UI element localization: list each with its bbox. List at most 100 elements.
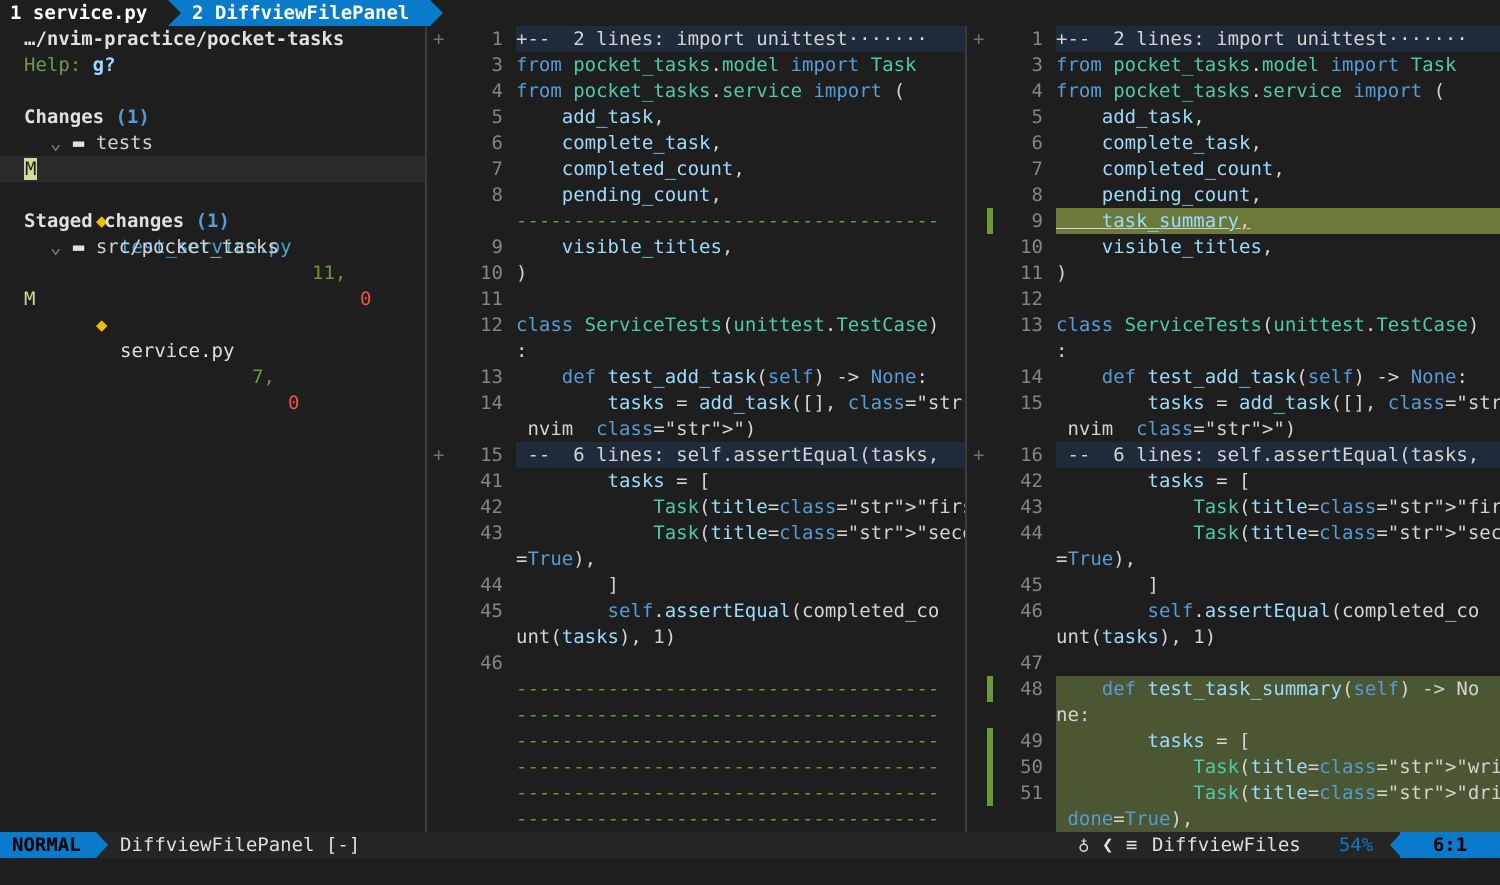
code-line[interactable]: 47 bbox=[967, 650, 1500, 676]
code-line[interactable]: 15 tasks = add_task([], class="str">" le… bbox=[967, 390, 1500, 416]
code-line[interactable]: 43 Task(title=class="str">"first"), bbox=[967, 494, 1500, 520]
fold-icon: + bbox=[433, 28, 445, 50]
code-line[interactable]: ------------------------------------- bbox=[427, 702, 965, 728]
code-text: ) bbox=[1056, 262, 1068, 284]
file-entry-test-service[interactable]: M ◆ test_service.py 11, 0 bbox=[0, 156, 425, 310]
code-line[interactable]: 6 complete_task, bbox=[427, 130, 965, 156]
code-line[interactable]: 7 completed_count, bbox=[967, 156, 1500, 182]
code-text: visible_titles, bbox=[561, 236, 734, 258]
code-line[interactable]: 46 bbox=[427, 650, 965, 676]
code-line[interactable]: 4 from pocket_tasks.service import ( bbox=[427, 78, 965, 104]
code-line[interactable]: 51 Task(title=class="str">"drink water", bbox=[967, 780, 1500, 806]
line-number: 12 bbox=[480, 314, 503, 336]
code-line[interactable]: ------------------------------------- bbox=[427, 676, 965, 702]
code-line[interactable]: 11 bbox=[427, 286, 965, 312]
code-line[interactable]: 45 ] bbox=[967, 572, 1500, 598]
linux-icon: ♁ bbox=[1078, 834, 1090, 856]
staged-section[interactable]: Staged changes (1) bbox=[24, 208, 230, 234]
diff-filler: ------------------------------------- bbox=[516, 730, 940, 752]
code-line[interactable]: unt(tasks), 1) bbox=[427, 624, 965, 650]
code-line[interactable]: 13 def test_add_task(self) -> None: bbox=[427, 364, 965, 390]
code-text: ) bbox=[516, 262, 528, 284]
code-line[interactable]: 3 from pocket_tasks.model import Task bbox=[427, 52, 965, 78]
code-line[interactable]: 10 visible_titles, bbox=[967, 234, 1500, 260]
file-entry-service[interactable]: M ◆ service.py 7, 0 bbox=[0, 260, 425, 414]
code-text: Task(title=class="str">"first"), bbox=[1193, 496, 1500, 518]
code-line[interactable]: nvim class="str">") bbox=[427, 416, 965, 442]
folder-src[interactable]: ⌄ ▬ src/pocket_tasks bbox=[50, 234, 279, 260]
code-line[interactable]: ------------------------------------- bbox=[427, 780, 965, 806]
code-line[interactable]: +16 -- 6 lines: self.assertEqual(tasks, bbox=[967, 442, 1500, 468]
code-line[interactable]: ------------------------------------- bbox=[427, 208, 965, 234]
code-line[interactable]: : bbox=[967, 338, 1500, 364]
cursor-position: 6:1 bbox=[1400, 832, 1500, 858]
code-line[interactable]: +1 +-- 2 lines: import unittest······· bbox=[967, 26, 1500, 52]
python-icon: ◆ bbox=[96, 314, 108, 336]
code-line[interactable]: 44 ] bbox=[427, 572, 965, 598]
code-line[interactable]: done=True), bbox=[967, 806, 1500, 832]
code-line[interactable]: ------------------------------------- bbox=[427, 728, 965, 754]
code-line[interactable]: 4 from pocket_tasks.service import ( bbox=[967, 78, 1500, 104]
removed-count: 0 bbox=[360, 288, 372, 310]
code-line[interactable]: 49 tasks = [ bbox=[967, 728, 1500, 754]
code-line[interactable]: 8 pending_count, bbox=[427, 182, 965, 208]
diff-pane-right[interactable]: +1 +-- 2 lines: import unittest······· 3 fr… bbox=[967, 26, 1500, 832]
code-line[interactable]: 42 tasks = [ bbox=[967, 468, 1500, 494]
line-number: 4 bbox=[1031, 80, 1043, 102]
code-line[interactable]: 44 Task(title=class="str">"second", done bbox=[967, 520, 1500, 546]
code-line[interactable]: 14 tasks = add_task([], class="str">" le… bbox=[427, 390, 965, 416]
code-line[interactable]: 41 tasks = [ bbox=[427, 468, 965, 494]
code-line[interactable]: +1 +-- 2 lines: import unittest······· bbox=[427, 26, 965, 52]
code-line[interactable]: 11) bbox=[967, 260, 1500, 286]
code-line[interactable]: 12 class ServiceTests(unittest.TestCase) bbox=[427, 312, 965, 338]
list-icon: ≡ bbox=[1126, 834, 1138, 856]
code-line[interactable]: ------------------------------------- bbox=[427, 754, 965, 780]
code-line[interactable]: 45 self.assertEqual(completed_co bbox=[427, 598, 965, 624]
code-line[interactable]: 6 complete_task, bbox=[967, 130, 1500, 156]
code-line[interactable]: nvim class="str">") bbox=[967, 416, 1500, 442]
code-line[interactable]: ------------------------------------- bbox=[427, 806, 965, 832]
code-text: class ServiceTests(unittest.TestCase) bbox=[1056, 314, 1480, 336]
tab-diffview-file-panel[interactable]: 2 DiffviewFilePanel bbox=[168, 0, 430, 26]
diff-pane-left[interactable]: +1 +-- 2 lines: import unittest······· 3 fr… bbox=[427, 26, 965, 832]
line-number: 10 bbox=[480, 262, 503, 284]
mode-separator bbox=[96, 832, 108, 858]
changes-section[interactable]: Changes (1) bbox=[24, 104, 150, 130]
code-line[interactable]: =True), bbox=[967, 546, 1500, 572]
code-line[interactable]: 9 task_summary, bbox=[967, 208, 1500, 234]
code-line[interactable]: =True), bbox=[427, 546, 965, 572]
command-line[interactable] bbox=[0, 858, 1500, 885]
code-line[interactable]: 9 visible_titles, bbox=[427, 234, 965, 260]
code-line[interactable]: 7 completed_count, bbox=[427, 156, 965, 182]
line-number: 49 bbox=[1020, 730, 1043, 752]
code-line[interactable]: 43 Task(title=class="str">"second", done bbox=[427, 520, 965, 546]
line-number: 43 bbox=[1020, 496, 1043, 518]
mode-indicator: NORMAL bbox=[0, 832, 96, 858]
code-line[interactable]: 42 Task(title=class="str">"first"), bbox=[427, 494, 965, 520]
code-line[interactable]: 3 from pocket_tasks.model import Task bbox=[967, 52, 1500, 78]
code-line[interactable]: 14 def test_add_task(self) -> None: bbox=[967, 364, 1500, 390]
code-text: def test_add_task(self) -> None: bbox=[1101, 366, 1468, 388]
code-line[interactable]: 5 add_task, bbox=[427, 104, 965, 130]
code-line[interactable]: 10) bbox=[427, 260, 965, 286]
folder-tests[interactable]: ⌄ ▬ tests bbox=[50, 130, 153, 156]
code-line[interactable]: 50 Task(title=class="str">"write docs"), bbox=[967, 754, 1500, 780]
code-line[interactable]: +15 -- 6 lines: self.assertEqual(tasks, bbox=[427, 442, 965, 468]
code-line[interactable]: : bbox=[427, 338, 965, 364]
code-line[interactable]: 12 bbox=[967, 286, 1500, 312]
code-line[interactable]: unt(tasks), 1) bbox=[967, 624, 1500, 650]
fold-icon: + bbox=[973, 28, 985, 50]
code-line[interactable]: 8 pending_count, bbox=[967, 182, 1500, 208]
line-number: 50 bbox=[1020, 756, 1043, 778]
code-line[interactable]: 13 class ServiceTests(unittest.TestCase) bbox=[967, 312, 1500, 338]
code-line[interactable]: 46 self.assertEqual(completed_co bbox=[967, 598, 1500, 624]
tab-service-py[interactable]: 1 service.py bbox=[0, 0, 166, 26]
code-line[interactable]: 48 def test_task_summary(self) -> No bbox=[967, 676, 1500, 702]
fold-icon: + bbox=[433, 444, 445, 466]
help-key[interactable]: g? bbox=[93, 54, 116, 76]
code-line[interactable]: ne: bbox=[967, 702, 1500, 728]
code-line[interactable]: 5 add_task, bbox=[967, 104, 1500, 130]
